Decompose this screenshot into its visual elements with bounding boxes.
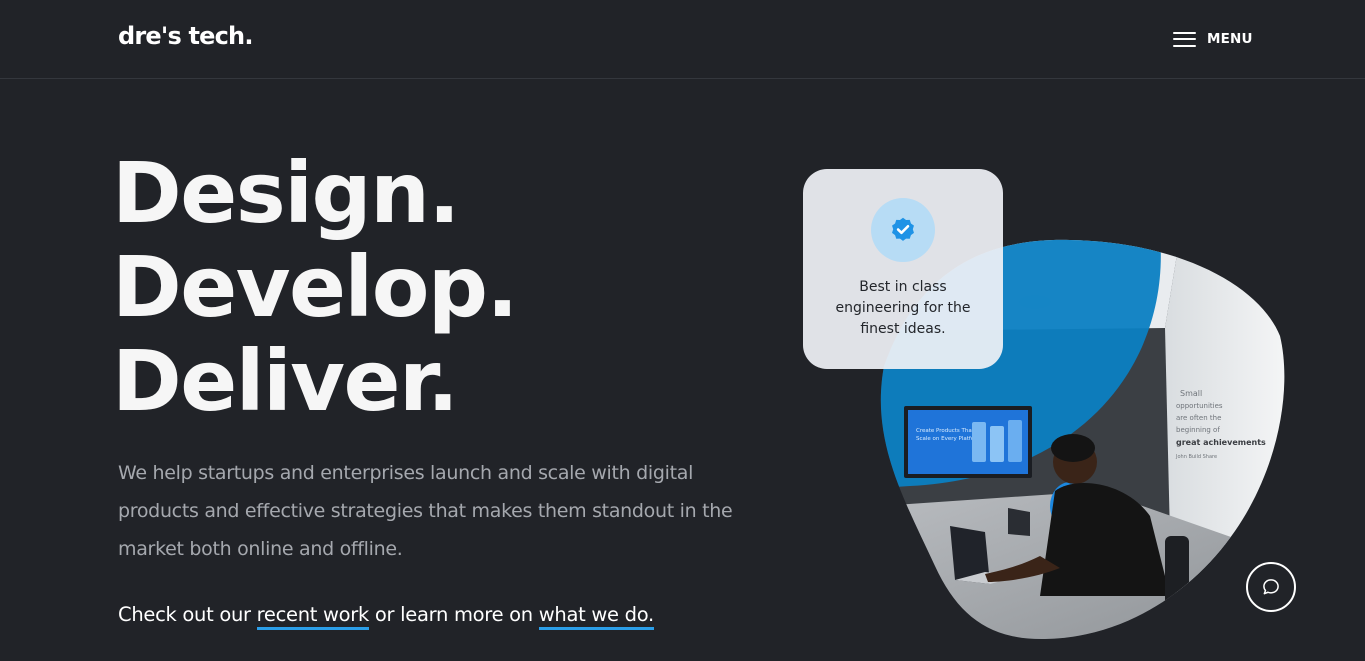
- chat-button[interactable]: [1246, 562, 1296, 612]
- svg-text:Create Products That: Create Products That: [916, 428, 975, 434]
- feature-card: Best in class engineering for the finest…: [803, 169, 1003, 369]
- feature-card-text: Best in class engineering for the finest…: [835, 279, 971, 337]
- site-header: dre's tech. MENU: [0, 0, 1365, 79]
- svg-text:Small: Small: [1180, 389, 1202, 398]
- svg-text:great achievements: great achievements: [1176, 438, 1266, 447]
- svg-text:opportunities: opportunities: [1176, 402, 1223, 410]
- hamburger-icon[interactable]: [1173, 31, 1196, 47]
- headline-deliver: Deliver.: [112, 332, 459, 430]
- chat-bubble-icon[interactable]: [1261, 577, 1281, 597]
- headline-design: Design.: [112, 144, 460, 242]
- headline-develop: Develop.: [112, 238, 518, 336]
- recent-work-link[interactable]: recent work: [256, 603, 369, 630]
- svg-text:beginning of: beginning of: [1176, 426, 1220, 434]
- svg-text:John Build Share: John Build Share: [1175, 454, 1217, 460]
- svg-text:are often the: are often the: [1176, 414, 1221, 422]
- logo[interactable]: dre's tech.: [118, 22, 253, 50]
- menu-button[interactable]: MENU: [1173, 28, 1253, 50]
- hero-description: We help startups and enterprises launch …: [118, 462, 733, 560]
- cta-prefix: Check out our: [118, 603, 257, 626]
- hero-cta: Check out our recent work or learn more …: [118, 603, 654, 630]
- svg-text:Scale on Every Platform: Scale on Every Platform: [916, 436, 982, 442]
- page: dre's tech. MENU Design. Develop. Delive…: [0, 0, 1365, 661]
- cta-middle: or learn more on: [369, 603, 539, 626]
- menu-label[interactable]: MENU: [1207, 31, 1253, 47]
- verified-badge-icon: [871, 198, 935, 262]
- what-we-do-link[interactable]: what we do.: [538, 603, 654, 630]
- hero-headline: Design. Develop. Deliver.: [112, 144, 518, 430]
